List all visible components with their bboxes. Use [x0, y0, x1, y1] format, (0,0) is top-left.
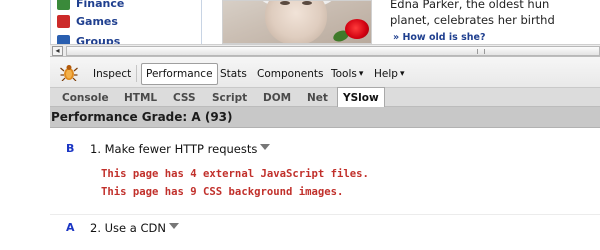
tools-menu-label: Tools — [331, 68, 357, 80]
groups-icon — [57, 34, 70, 44]
news-caption-line1: Edna Parker, the oldest hun — [390, 0, 550, 11]
rule-grade-letter: B — [66, 142, 75, 155]
rule-row: B 1. Make fewer HTTP requests This page … — [50, 128, 600, 214]
expand-triangle-icon[interactable] — [168, 223, 179, 229]
rule-title-text: 2. Use a CDN — [90, 221, 166, 235]
news-caption-link[interactable]: » How old is she? — [393, 32, 486, 43]
tab-console[interactable]: Console — [62, 88, 109, 107]
chevron-down-icon: ▾ — [399, 69, 405, 79]
photo-face — [265, 1, 327, 43]
tab-dom[interactable]: DOM — [263, 88, 291, 107]
news-caption-line2: planet, celebrates her birthd — [390, 13, 555, 27]
firebug-toolbar: Inspect Performance Stats Components Too… — [50, 57, 600, 88]
tab-script[interactable]: Script — [212, 88, 247, 107]
nav-item-groups[interactable]: Groups — [57, 32, 120, 44]
nav-item-games[interactable]: Games — [57, 12, 118, 30]
rule-title-toggle[interactable]: 1. Make fewer HTTP requests — [90, 142, 271, 156]
photo-rose — [345, 19, 369, 39]
nav-item-finance[interactable]: Finance — [57, 0, 124, 12]
photo-eye — [280, 1, 290, 5]
toolbar-separator — [136, 65, 137, 82]
nav-item-label: Groups — [76, 34, 121, 45]
rule-title-text: 1. Make fewer HTTP requests — [90, 142, 258, 156]
firebug-icon[interactable] — [60, 64, 78, 81]
scrollbar-grip-icon — [477, 49, 485, 54]
news-photo[interactable] — [222, 0, 372, 44]
help-menu-label: Help — [374, 68, 398, 80]
rule-detail-line: This page has 9 CSS background images. — [101, 186, 344, 198]
screenshot-root: Finance Games Groups Edna Parker, the ol… — [0, 0, 600, 250]
games-icon — [57, 14, 70, 28]
components-button[interactable]: Components — [257, 64, 323, 84]
web-page-content: Finance Games Groups Edna Parker, the ol… — [0, 0, 600, 44]
performance-button[interactable]: Performance — [141, 63, 218, 85]
yslow-rules-list: B 1. Make fewer HTTP requests This page … — [50, 128, 600, 250]
expand-triangle-icon[interactable] — [260, 144, 271, 150]
finance-icon — [57, 0, 70, 10]
tab-html[interactable]: HTML — [124, 88, 157, 107]
rule-row: A 2. Use a CDN — [50, 215, 600, 250]
chevron-down-icon: ▾ — [358, 69, 364, 79]
tools-menu[interactable]: Tools ▾ — [331, 64, 363, 84]
horizontal-scrollbar[interactable]: ◂ — [50, 44, 600, 57]
nav-item-label: Finance — [76, 0, 125, 10]
help-menu[interactable]: Help ▾ — [374, 64, 404, 84]
performance-grade-heading: Performance Grade: A (93) — [50, 107, 600, 128]
rule-detail-line: This page has 4 external JavaScript file… — [101, 168, 369, 180]
firebug-tabs: Console HTML CSS Script DOM Net YSlow — [50, 87, 600, 107]
stats-button[interactable]: Stats — [220, 64, 247, 84]
tab-net[interactable]: Net — [307, 88, 328, 107]
scroll-left-arrow-icon[interactable]: ◂ — [52, 46, 63, 56]
rule-title-toggle[interactable]: 2. Use a CDN — [90, 221, 179, 235]
inspect-button[interactable]: Inspect — [93, 64, 131, 84]
scrollbar-thumb[interactable] — [66, 46, 600, 56]
rule-grade-letter: A — [66, 221, 75, 234]
photo-eye — [302, 1, 312, 5]
tab-css[interactable]: CSS — [173, 88, 196, 107]
nav-item-label: Games — [76, 14, 118, 28]
nav-panel: Finance Games Groups — [50, 0, 202, 44]
tab-yslow[interactable]: YSlow — [337, 87, 385, 107]
